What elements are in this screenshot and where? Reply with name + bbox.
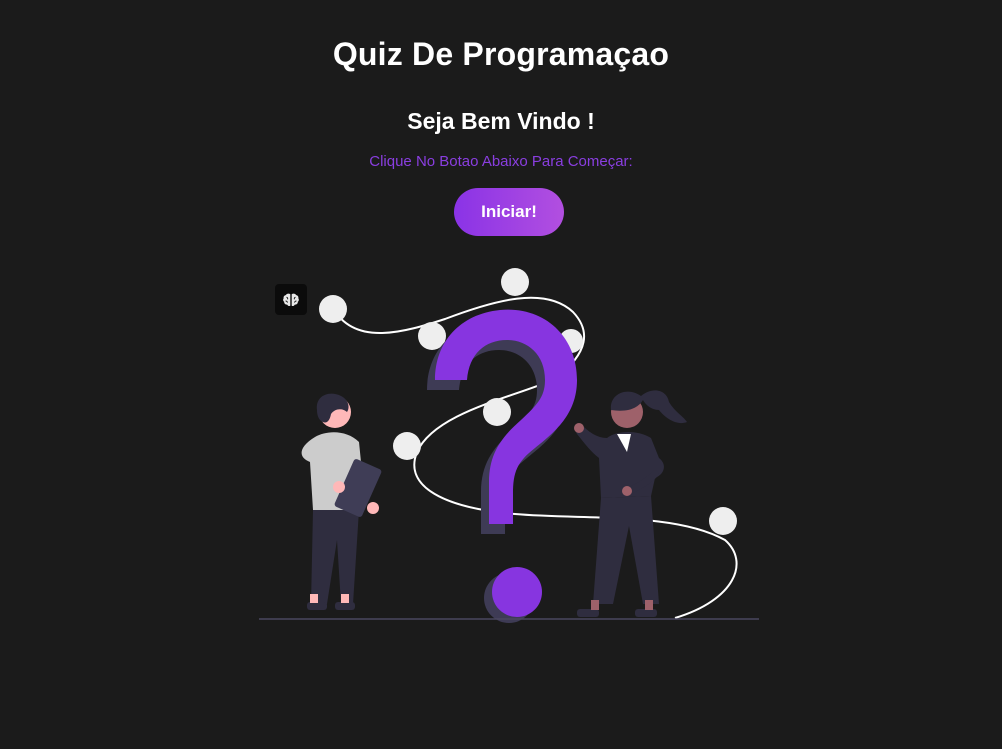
floating-dot bbox=[393, 432, 421, 460]
floating-dot bbox=[501, 268, 529, 296]
quiz-start-page: Quiz De Programaçao Seja Bem Vindo ! Cli… bbox=[0, 0, 1002, 749]
start-quiz-button[interactable]: Iniciar! bbox=[454, 188, 564, 236]
question-illustration bbox=[259, 268, 759, 623]
floating-dot bbox=[319, 295, 347, 323]
floating-dot bbox=[709, 507, 737, 535]
instruction-text: Clique No Botao Abaixo Para Começar: bbox=[369, 153, 633, 170]
woman-figure bbox=[574, 390, 687, 617]
floating-dot bbox=[483, 398, 511, 426]
welcome-heading: Seja Bem Vindo ! bbox=[407, 108, 595, 134]
question-dot bbox=[492, 567, 542, 617]
man-figure bbox=[301, 393, 382, 610]
page-title: Quiz De Programaçao bbox=[332, 36, 670, 72]
